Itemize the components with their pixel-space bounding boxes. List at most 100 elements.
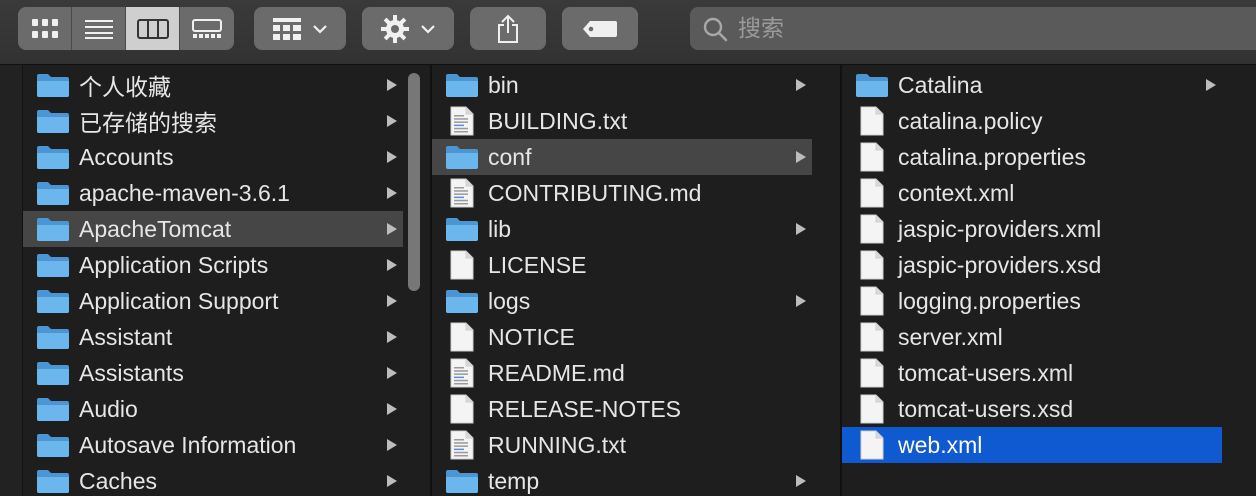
file-row[interactable]: web.xml [842,427,1222,463]
item-name: Assistant [79,323,173,350]
search-input[interactable] [736,14,1220,43]
share-button[interactable] [470,7,546,50]
folder-row[interactable]: Assistants [23,355,403,391]
document-icon [854,430,890,460]
tag-icon [583,20,617,37]
item-name: jaspic-providers.xsd [898,251,1102,278]
column-view-button[interactable] [126,7,180,50]
disclosure-arrow-icon [387,115,397,127]
folder-row[interactable]: apache-maven-3.6.1 [23,175,403,211]
folder-row[interactable]: lib [432,211,812,247]
file-row[interactable]: catalina.properties [842,139,1222,175]
list-view-icon [84,19,113,39]
folder-row[interactable]: Catalina [842,67,1222,103]
disclosure-arrow-icon [1206,79,1216,91]
folder-icon [35,107,71,135]
document-icon [854,142,890,172]
folder-row[interactable]: Caches [23,463,403,496]
item-name: apache-maven-3.6.1 [79,179,290,206]
column-1[interactable]: 个人收藏 已存储的搜索 Accounts apache-maven-3.6.1 Apac… [23,65,403,496]
folder-icon [35,179,71,207]
item-name: Application Support [79,287,279,314]
text-document-icon [444,178,480,208]
folder-row[interactable]: Application Scripts [23,247,403,283]
file-row[interactable]: LICENSE [432,247,812,283]
item-name: NOTICE [488,323,575,350]
text-document-icon [444,430,480,460]
folder-icon [35,251,71,279]
folder-row[interactable]: Assistant [23,319,403,355]
item-name: conf [488,143,532,170]
disclosure-arrow-icon [796,475,806,487]
item-name: Assistants [79,359,184,386]
folder-icon [444,215,480,243]
folder-icon [444,467,480,495]
file-row[interactable]: catalina.policy [842,103,1222,139]
folder-icon [35,431,71,459]
folder-row[interactable]: ApacheTomcat [23,211,403,247]
column-3[interactable]: Catalina catalina.policy catalina.properti… [842,65,1256,496]
item-name: web.xml [898,431,983,458]
file-row[interactable]: jaspic-providers.xml [842,211,1222,247]
folder-row[interactable]: logs [432,283,812,319]
item-name: catalina.policy [898,107,1043,134]
list-view-button[interactable] [72,7,126,50]
document-icon [444,322,480,352]
item-name: LICENSE [488,251,587,278]
chevron-down-icon [421,24,435,34]
folder-icon [35,143,71,171]
file-row[interactable]: CONTRIBUTING.md [432,175,812,211]
group-button[interactable] [254,7,346,50]
icon-view-button[interactable] [18,7,72,50]
disclosure-arrow-icon [796,223,806,235]
folder-icon [35,287,71,315]
file-row[interactable]: NOTICE [432,319,812,355]
item-name: RUNNING.txt [488,431,626,458]
disclosure-arrow-icon [387,259,397,271]
folder-row[interactable]: Autosave Information [23,427,403,463]
item-name: context.xml [898,179,1015,206]
disclosure-arrow-icon [387,367,397,379]
folder-icon [35,323,71,351]
column-2[interactable]: bin BUILDING.txt conf CONTRIBUTING.md lib LIC… [432,65,812,496]
tag-button[interactable] [562,7,638,50]
file-row[interactable]: context.xml [842,175,1222,211]
toolbar [0,0,1256,65]
search-field[interactable] [690,7,1256,50]
folder-icon [35,395,71,423]
folder-row[interactable]: Application Support [23,283,403,319]
file-row[interactable]: server.xml [842,319,1222,355]
document-icon [854,394,890,424]
item-name: BUILDING.txt [488,107,628,134]
text-document-icon [444,358,480,388]
folder-row[interactable]: temp [432,463,812,496]
item-name: Application Scripts [79,251,269,278]
folder-icon [444,287,480,315]
share-icon [498,14,518,43]
file-row[interactable]: RUNNING.txt [432,427,812,463]
item-name: logging.properties [898,287,1081,314]
folder-row[interactable]: Audio [23,391,403,427]
gallery-view-button[interactable] [180,7,234,50]
document-icon [854,286,890,316]
item-name: ApacheTomcat [79,215,232,242]
item-name: Caches [79,467,157,494]
document-icon [854,358,890,388]
file-row[interactable]: tomcat-users.xsd [842,391,1222,427]
file-row[interactable]: tomcat-users.xml [842,355,1222,391]
file-row[interactable]: jaspic-providers.xsd [842,247,1222,283]
folder-row[interactable]: Accounts [23,139,403,175]
folder-row[interactable]: 已存储的搜索 [23,103,403,139]
folder-row[interactable]: bin [432,67,812,103]
folder-row[interactable]: 个人收藏 [23,67,403,103]
file-row[interactable]: BUILDING.txt [432,103,812,139]
disclosure-arrow-icon [387,403,397,415]
action-button[interactable] [362,7,454,50]
item-name: logs [488,287,531,314]
view-mode-switcher [18,7,234,50]
file-row[interactable]: RELEASE-NOTES [432,391,812,427]
folder-row[interactable]: conf [432,139,812,175]
file-row[interactable]: README.md [432,355,812,391]
column-1-scrollbar[interactable] [408,73,420,291]
file-row[interactable]: logging.properties [842,283,1222,319]
